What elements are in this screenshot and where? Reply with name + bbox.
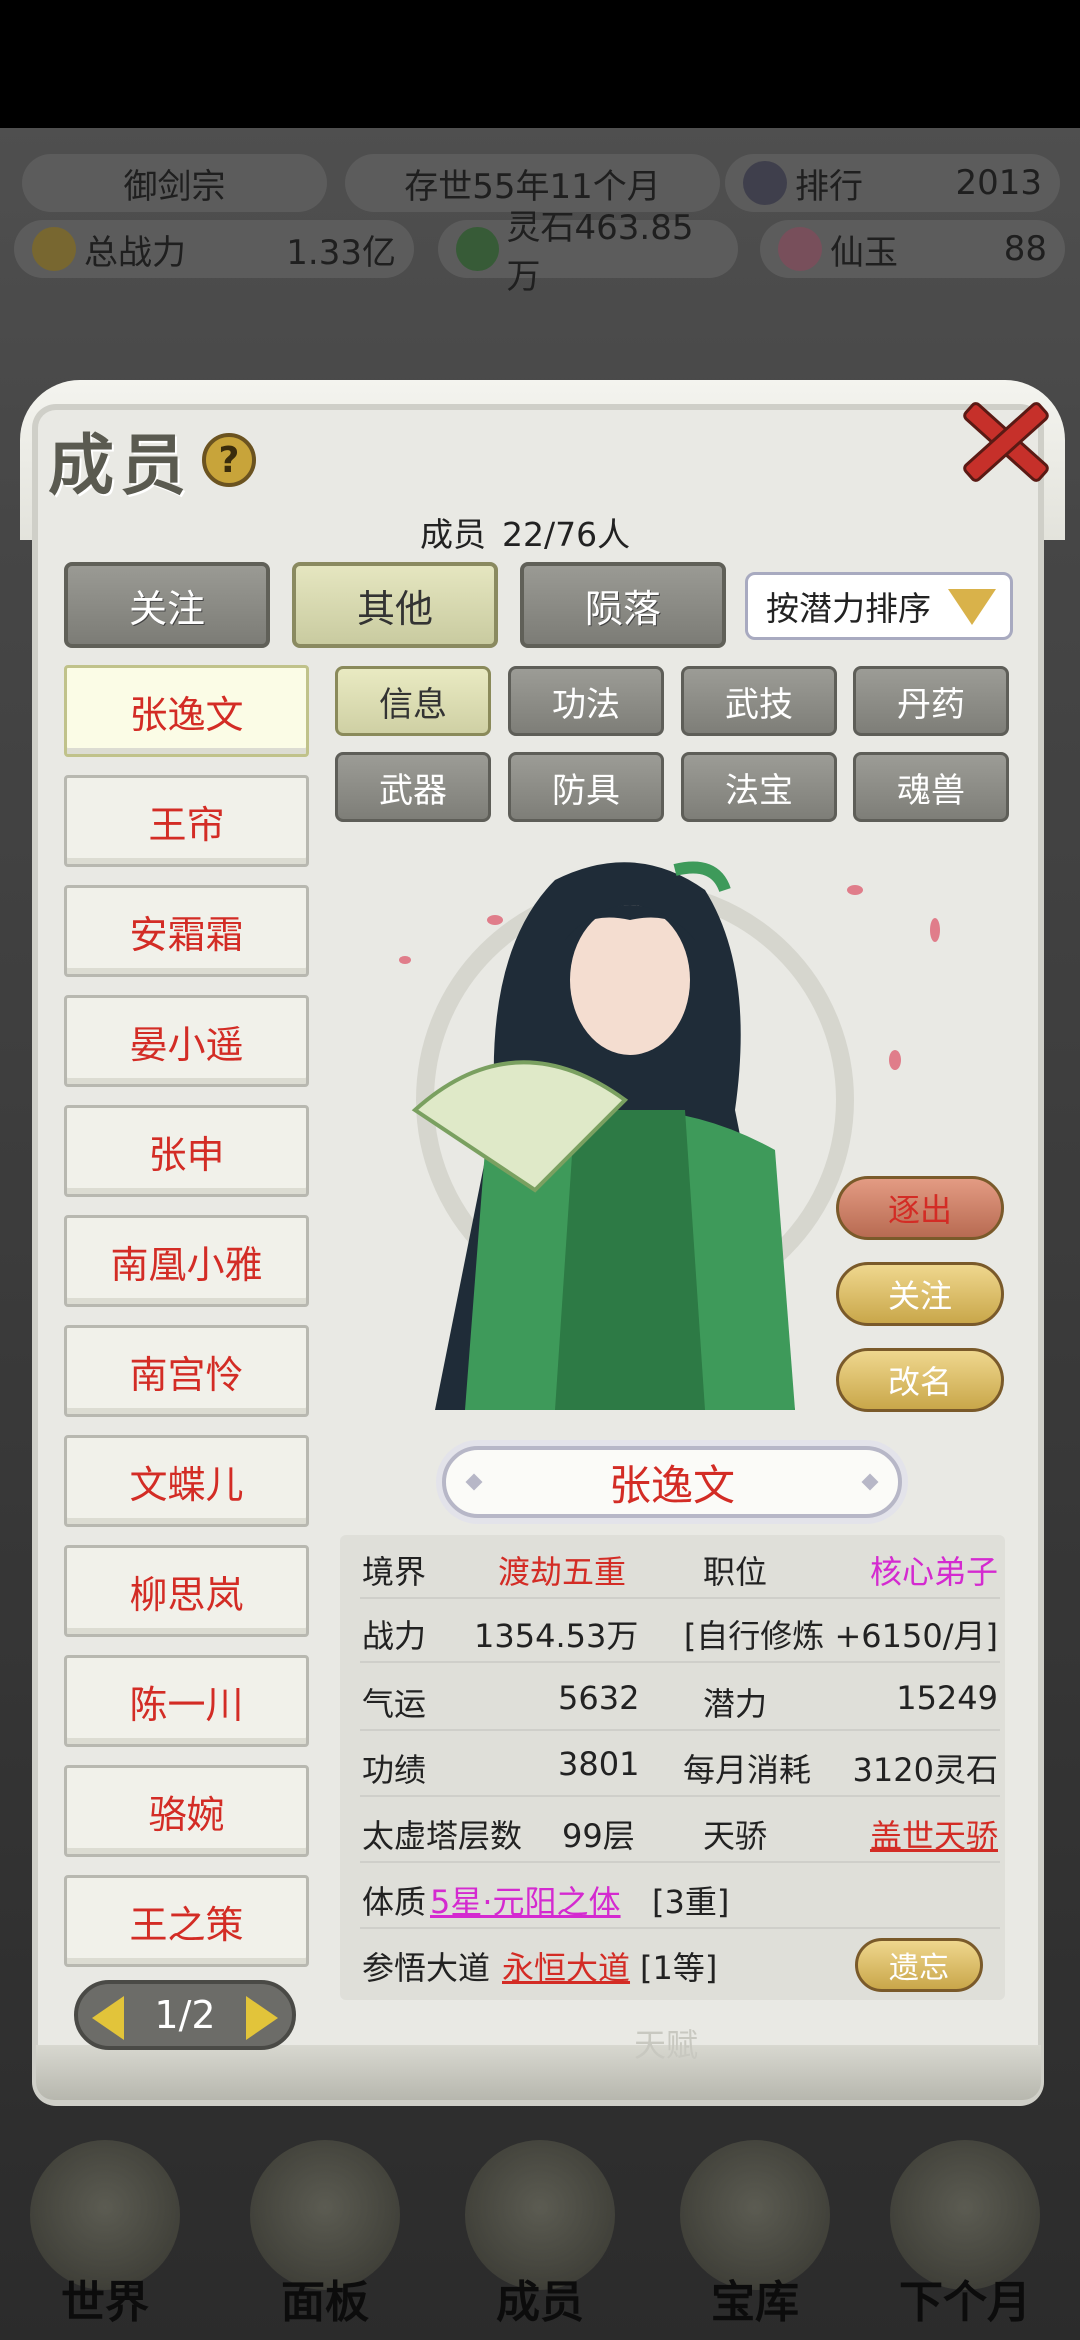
follow-button[interactable]: 关注 (836, 1262, 1004, 1326)
info-row-merit: 功绩 3801 每月消耗 3120灵石 (360, 1733, 1000, 1797)
tab-armor[interactable]: 防具 (508, 752, 664, 822)
diamond-ornament-icon (465, 1473, 483, 1491)
next-page-icon[interactable] (246, 1996, 278, 2040)
prev-page-icon[interactable] (92, 1996, 124, 2040)
member-item[interactable]: 南凰小雅 (64, 1215, 309, 1307)
info-row-tower: 太虚塔层数 99层 天骄 盖世天骄 (360, 1799, 1000, 1863)
diamond-ornament-icon (861, 1473, 879, 1491)
talent-label: 天骄 (703, 1817, 768, 1855)
tab-martial-arts[interactable]: 武技 (681, 666, 837, 736)
body-label: 体质 (362, 1883, 427, 1921)
member-item[interactable]: 张逸文 (64, 665, 309, 757)
help-icon[interactable]: ? (202, 433, 256, 487)
rename-button[interactable]: 改名 (836, 1348, 1004, 1412)
member-item[interactable]: 陈一川 (64, 1655, 309, 1747)
luck-value: 5632 (558, 1679, 640, 1717)
position-value: 核心弟子 (869, 1553, 998, 1591)
member-count-label: 成员 (420, 515, 486, 554)
tab-soul-beast[interactable]: 魂兽 (853, 752, 1009, 822)
realm-label: 境界 (362, 1553, 427, 1591)
member-count: 成员 22/76人 (420, 508, 630, 556)
member-item[interactable]: 张申 (64, 1105, 309, 1197)
luck-label: 气运 (362, 1685, 427, 1723)
power-label: 战力 (362, 1617, 427, 1655)
dropdown-arrow-icon (948, 589, 996, 625)
training-status: [自行修炼 +6150/月] (683, 1617, 998, 1655)
character-name: 张逸文 (608, 1460, 735, 1510)
merit-value: 3801 (558, 1745, 640, 1783)
potential-value: 15249 (896, 1679, 998, 1717)
info-row-luck: 气运 5632 潜力 15249 (360, 1667, 1000, 1731)
panel-title-group: 成员 ? (48, 412, 256, 508)
character-info-table: 境界 渡劫五重 职位 核心弟子 战力 1354.53万 [自行修炼 +6150/… (340, 1535, 1005, 2000)
member-item[interactable]: 王之策 (64, 1875, 309, 1967)
monthly-cost-value: 3120灵石 (852, 1751, 998, 1789)
position-label: 职位 (703, 1553, 768, 1591)
info-row-power: 战力 1354.53万 [自行修炼 +6150/月] (360, 1599, 1000, 1663)
member-item[interactable]: 安霜霜 (64, 885, 309, 977)
body-value[interactable]: 5星·元阳之体 (430, 1877, 621, 1923)
member-item[interactable]: 南宫怜 (64, 1325, 309, 1417)
info-row-body: 体质 5星·元阳之体 [3重] (360, 1865, 1000, 1929)
filter-other[interactable]: 其他 (292, 562, 498, 648)
tab-pills[interactable]: 丹药 (853, 666, 1009, 736)
member-item[interactable]: 柳思岚 (64, 1545, 309, 1637)
talent-tab-partial: 天赋 (634, 2026, 699, 2064)
expel-button[interactable]: 逐出 (836, 1176, 1004, 1240)
panel-title: 成员 (48, 426, 192, 504)
page-indicator: 1/2 (154, 1993, 216, 2037)
filter-fallen[interactable]: 陨落 (520, 562, 726, 648)
pagination: 1/2 (74, 1980, 296, 2050)
talent-value[interactable]: 盖世天骄 (870, 1811, 998, 1857)
filter-follow[interactable]: 关注 (64, 562, 270, 648)
info-row-realm: 境界 渡劫五重 职位 核心弟子 (360, 1535, 1000, 1599)
sort-dropdown-value: 按潜力排序 (766, 589, 931, 628)
tab-artifact[interactable]: 法宝 (681, 752, 837, 822)
member-item[interactable]: 文蝶儿 (64, 1435, 309, 1527)
merit-label: 功绩 (362, 1751, 427, 1789)
member-count-value: 22/76人 (502, 515, 631, 554)
dao-label: 参悟大道 (362, 1949, 491, 1987)
tab-info[interactable]: 信息 (335, 666, 491, 736)
body-level: [3重] (652, 1883, 730, 1921)
forget-button[interactable]: 遗忘 (855, 1938, 983, 1992)
power-value: 1354.53万 (474, 1617, 639, 1655)
dao-level: [1等] (640, 1949, 718, 1987)
dao-value[interactable]: 永恒大道 (502, 1943, 630, 1989)
member-item[interactable]: 王帘 (64, 775, 309, 867)
monthly-cost-label: 每月消耗 (683, 1751, 812, 1789)
sort-dropdown[interactable]: 按潜力排序 (745, 572, 1013, 640)
close-icon[interactable] (955, 393, 1045, 483)
member-item[interactable]: 晏小遥 (64, 995, 309, 1087)
tower-label: 太虚塔层数 (362, 1817, 523, 1855)
panel-footer-decoration (36, 2045, 1041, 2100)
tab-skills[interactable]: 功法 (508, 666, 664, 736)
tower-value: 99层 (562, 1817, 635, 1855)
tab-weapon[interactable]: 武器 (335, 752, 491, 822)
realm-value: 渡劫五重 (498, 1553, 627, 1591)
character-name-plate: 张逸文 (442, 1446, 902, 1518)
status-bar (0, 0, 1080, 128)
member-item[interactable]: 骆婉 (64, 1765, 309, 1857)
potential-label: 潜力 (703, 1685, 768, 1723)
